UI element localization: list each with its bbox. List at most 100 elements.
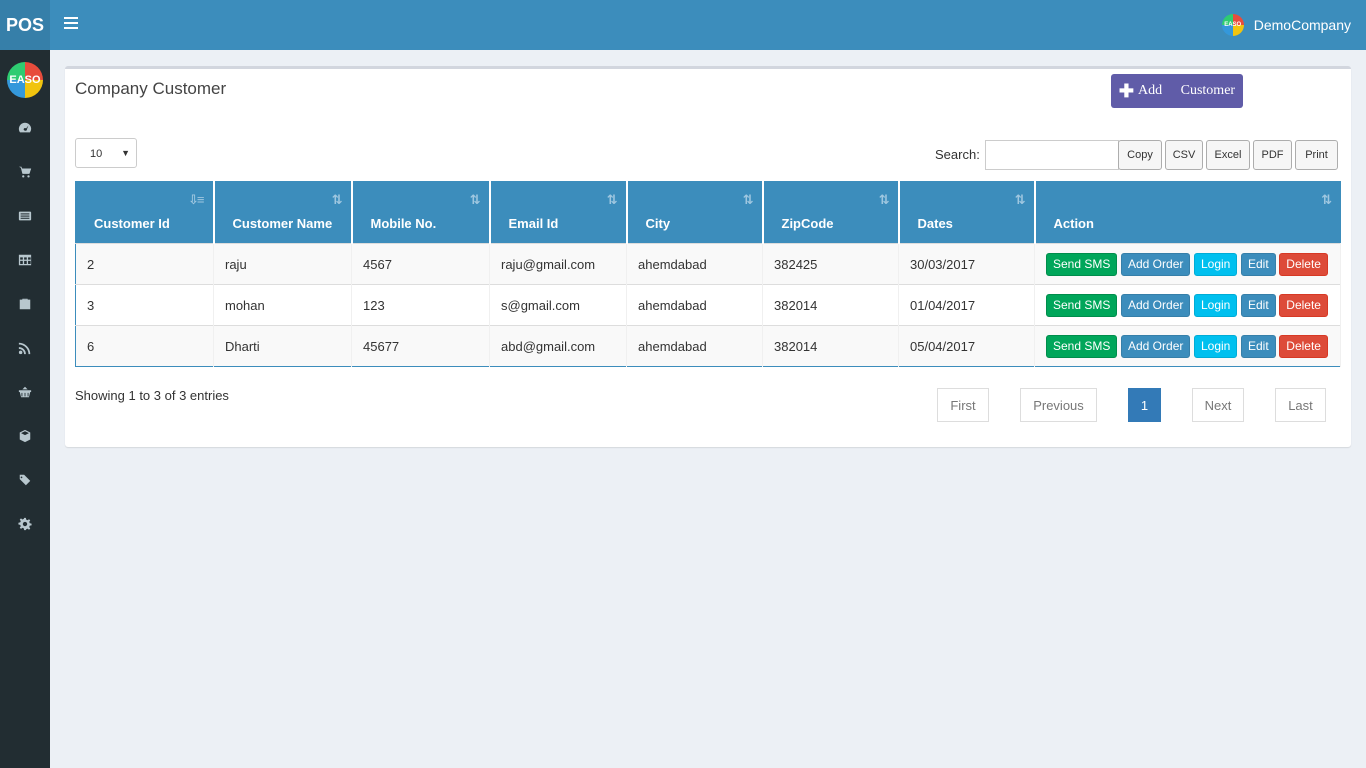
sort-icon: ⇅ bbox=[606, 192, 618, 207]
sort-icon: ⇅ bbox=[1321, 192, 1332, 207]
cell-zip: 382425 bbox=[762, 243, 899, 285]
avatar: EASO bbox=[1221, 14, 1244, 36]
gear-icon bbox=[18, 517, 32, 531]
brand-text: POS bbox=[5, 14, 44, 35]
cell-id: 6 bbox=[75, 325, 214, 367]
add-customer-button[interactable]: ✚ Add Customer bbox=[1111, 74, 1243, 108]
add-order-button[interactable]: Add Order bbox=[1121, 252, 1191, 276]
sidebar: EASO bbox=[0, 50, 50, 768]
cube-icon bbox=[19, 429, 31, 443]
company-name: DemoCompany bbox=[1253, 17, 1351, 33]
csv-button[interactable]: CSV bbox=[1165, 140, 1203, 170]
cell-zip: 382014 bbox=[762, 284, 899, 326]
excel-button[interactable]: Excel bbox=[1206, 140, 1250, 170]
cell-actions: Send SMS Add Order Login Edit Delete bbox=[1034, 325, 1341, 367]
print-button[interactable]: Print bbox=[1295, 140, 1338, 170]
cell-zip: 382014 bbox=[762, 325, 899, 367]
copy-button[interactable]: Copy bbox=[1118, 140, 1162, 170]
sidebar-item-basket[interactable] bbox=[0, 370, 50, 414]
sort-icon: ⇅ bbox=[469, 192, 481, 207]
edit-button[interactable]: Edit bbox=[1240, 252, 1276, 276]
login-button[interactable]: Login bbox=[1193, 293, 1238, 317]
user-menu[interactable]: EASO DemoCompany bbox=[1221, 14, 1351, 36]
tags-icon bbox=[18, 474, 31, 486]
login-button[interactable]: Login bbox=[1193, 334, 1238, 358]
rss-icon bbox=[18, 342, 31, 355]
sort-asc-icon: ⇩≡ bbox=[188, 192, 205, 207]
customer-table: ⇩≡ Customer Id ⇅ Customer Name ⇅ Mobile No.… bbox=[75, 181, 1341, 367]
edit-button[interactable]: Edit bbox=[1240, 293, 1276, 317]
table-row: 6 Dharti 45677 abd@gmail.com ahemdabad 3… bbox=[75, 325, 1341, 367]
cell-mobile: 4567 bbox=[351, 243, 490, 285]
cell-email: abd@gmail.com bbox=[489, 325, 627, 367]
sidebar-item-cube[interactable] bbox=[0, 414, 50, 458]
pagination-page-1[interactable]: 1 bbox=[1128, 388, 1161, 422]
cell-city: ahemdabad bbox=[626, 325, 763, 367]
cell-name: raju bbox=[213, 243, 352, 285]
delete-button[interactable]: Delete bbox=[1279, 252, 1328, 276]
sort-icon: ⇅ bbox=[331, 192, 343, 207]
search-label: Search: bbox=[935, 147, 980, 162]
page-length-select[interactable]: 10 ▼ bbox=[75, 138, 137, 168]
pagination-first[interactable]: First bbox=[937, 388, 989, 422]
col-zipcode[interactable]: ⇅ ZipCode bbox=[762, 181, 900, 244]
page-title: Company Customer bbox=[75, 79, 227, 98]
pagination-last[interactable]: Last bbox=[1275, 388, 1326, 422]
cell-actions: Send SMS Add Order Login Edit Delete bbox=[1034, 284, 1341, 326]
sidebar-item-briefcase[interactable] bbox=[0, 282, 50, 326]
sort-icon: ⇅ bbox=[878, 192, 890, 207]
sidebar-item-settings[interactable] bbox=[0, 502, 50, 546]
add-order-button[interactable]: Add Order bbox=[1121, 293, 1191, 317]
cell-name: Dharti bbox=[213, 325, 352, 367]
delete-button[interactable]: Delete bbox=[1279, 293, 1328, 317]
edit-button[interactable]: Edit bbox=[1240, 334, 1276, 358]
basket-icon bbox=[18, 386, 32, 398]
cell-date: 05/04/2017 bbox=[898, 325, 1035, 367]
pagination-previous[interactable]: Previous bbox=[1020, 388, 1097, 422]
login-button[interactable]: Login bbox=[1193, 252, 1238, 276]
send-sms-button[interactable]: Send SMS bbox=[1046, 252, 1118, 276]
pdf-button[interactable]: PDF bbox=[1253, 140, 1292, 170]
col-customer-id[interactable]: ⇩≡ Customer Id bbox=[75, 181, 215, 244]
cell-actions: Send SMS Add Order Login Edit Delete bbox=[1034, 243, 1341, 285]
sidebar-item-list[interactable] bbox=[0, 194, 50, 238]
table-icon bbox=[18, 254, 32, 266]
list-icon bbox=[18, 211, 32, 221]
briefcase-icon bbox=[19, 298, 31, 310]
col-dates[interactable]: ⇅ Dates bbox=[898, 181, 1036, 244]
col-action[interactable]: ⇅ Action bbox=[1034, 181, 1341, 244]
send-sms-button[interactable]: Send SMS bbox=[1046, 334, 1118, 358]
sidebar-item-feed[interactable] bbox=[0, 326, 50, 370]
col-city[interactable]: ⇅ City bbox=[626, 181, 764, 244]
sort-icon: ⇅ bbox=[1014, 192, 1026, 207]
cell-mobile: 45677 bbox=[351, 325, 490, 367]
table-row: 2 raju 4567 raju@gmail.com ahemdabad 382… bbox=[75, 243, 1341, 285]
cell-email: s@gmail.com bbox=[489, 284, 627, 326]
cart-icon bbox=[18, 166, 32, 178]
col-customer-name[interactable]: ⇅ Customer Name bbox=[213, 181, 353, 244]
pagination-next[interactable]: Next bbox=[1192, 388, 1244, 422]
sidebar-user-logo: EASO bbox=[7, 62, 43, 98]
sidebar-item-tags[interactable] bbox=[0, 458, 50, 502]
top-navbar: EASO DemoCompany bbox=[50, 0, 1366, 50]
cell-id: 3 bbox=[75, 284, 214, 326]
cell-name: mohan bbox=[213, 284, 352, 326]
sidebar-item-dashboard[interactable] bbox=[0, 106, 50, 150]
cell-city: ahemdabad bbox=[626, 243, 763, 285]
brand-logo[interactable]: POS bbox=[0, 0, 50, 50]
search-input[interactable] bbox=[985, 140, 1119, 170]
col-email[interactable]: ⇅ Email Id bbox=[489, 181, 628, 244]
delete-button[interactable]: Delete bbox=[1279, 334, 1328, 358]
cell-city: ahemdabad bbox=[626, 284, 763, 326]
cell-date: 01/04/2017 bbox=[898, 284, 1035, 326]
sidebar-item-cart[interactable] bbox=[0, 150, 50, 194]
hamburger-menu-icon[interactable] bbox=[64, 17, 78, 31]
col-mobile[interactable]: ⇅ Mobile No. bbox=[351, 181, 491, 244]
add-order-button[interactable]: Add Order bbox=[1121, 334, 1191, 358]
cell-email: raju@gmail.com bbox=[489, 243, 627, 285]
cell-date: 30/03/2017 bbox=[898, 243, 1035, 285]
caret-down-icon: ▼ bbox=[121, 148, 130, 158]
sidebar-item-table[interactable] bbox=[0, 238, 50, 282]
sort-icon: ⇅ bbox=[742, 192, 754, 207]
send-sms-button[interactable]: Send SMS bbox=[1046, 293, 1118, 317]
